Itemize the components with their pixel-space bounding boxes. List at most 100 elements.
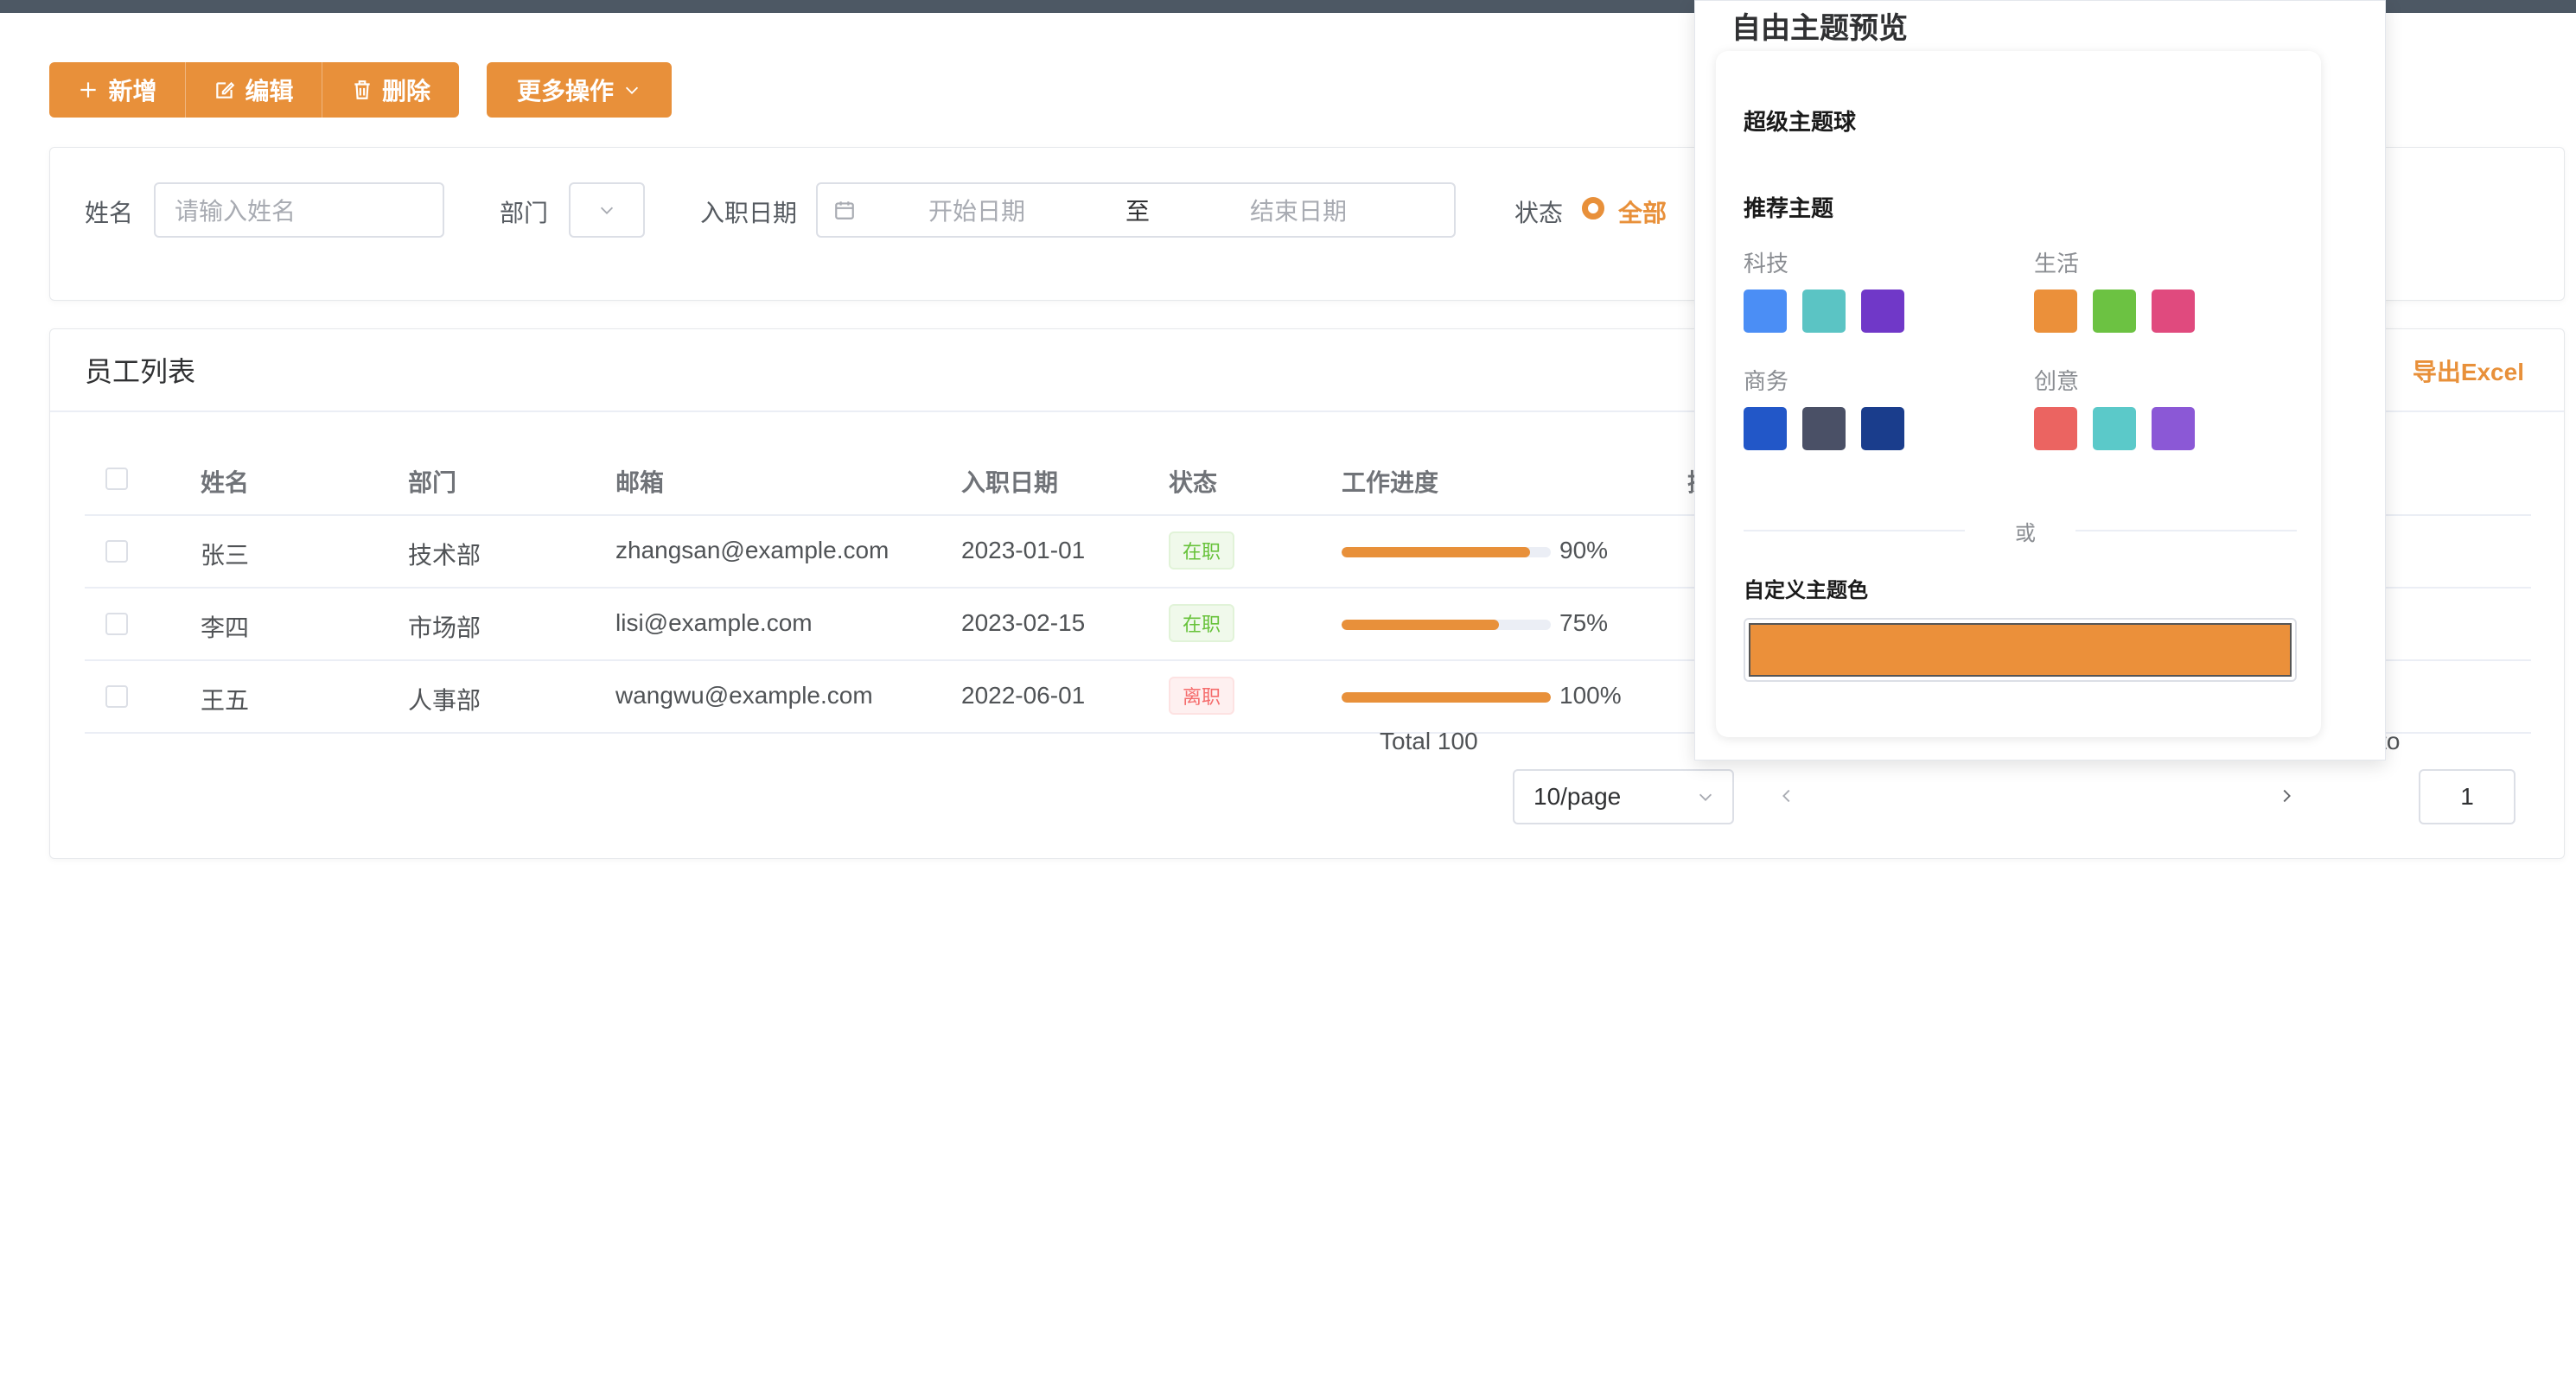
goto-page-input[interactable]: 1 [2419, 769, 2515, 824]
status-radio-all-label[interactable]: 全部 [1618, 194, 1667, 229]
more-actions-label: 更多操作 [516, 78, 614, 105]
row-checkbox[interactable] [105, 613, 128, 635]
delete-button-label: 删除 [381, 78, 430, 105]
primary-button-group: 新增 编辑 删除 [49, 62, 459, 118]
more-actions-dropdown[interactable]: 更多操作 [487, 62, 672, 118]
chevron-down-icon [1699, 793, 1712, 801]
custom-color-label: 自定义主题色 [1744, 579, 1868, 602]
dept-label: 部门 [500, 200, 549, 226]
dept-select[interactable] [569, 182, 645, 238]
column-header-date[interactable]: 入职日期 [961, 464, 1058, 499]
cell-date: 2023-02-15 [961, 609, 1086, 636]
swatch-tech-2[interactable] [1802, 290, 1846, 333]
name-input-placeholder: 请输入姓名 [175, 198, 296, 225]
cell-date: 2023-01-01 [961, 537, 1086, 563]
column-header-progress[interactable]: 工作进度 [1342, 464, 1438, 499]
start-date-placeholder: 开始日期 [928, 198, 1026, 225]
action-toolbar: 新增 编辑 删除 更多操作 [49, 62, 672, 118]
calendar-icon [835, 201, 854, 220]
chevron-left-icon[interactable] [1777, 786, 1796, 805]
theme-ball-heading: 超级主题球 [1744, 109, 1857, 135]
date-range-picker[interactable]: 开始日期 至 结束日期 [816, 182, 1456, 238]
cell-name: 张三 [201, 542, 250, 569]
select-all-checkbox[interactable] [105, 468, 128, 490]
or-divider-left [1744, 530, 1965, 531]
chevron-right-icon[interactable] [2277, 786, 2296, 805]
popover-title: 自由主题预览 [1731, 12, 1908, 45]
status-radio-all[interactable] [1582, 197, 1604, 220]
progress-bar [1342, 547, 1551, 557]
range-separator: 至 [1125, 198, 1151, 225]
cell-name: 王五 [201, 687, 250, 714]
column-header-email[interactable]: 邮箱 [615, 464, 664, 499]
custom-color-swatch [1749, 623, 2292, 677]
group-business-label: 商务 [1744, 368, 1789, 394]
group-creative-label: 创意 [2034, 368, 2080, 394]
cell-email: wangwu@example.com [615, 682, 873, 709]
theme-preview-popover: 自由主题预览 超级主题球 推荐主题 科技 生活 商务 创意 或 自定义主题色 [1694, 0, 2386, 760]
recommend-heading: 推荐主题 [1744, 195, 1834, 221]
add-button[interactable]: 新增 [49, 62, 186, 118]
swatch-creative-3[interactable] [2152, 407, 2195, 450]
swatch-life-3[interactable] [2152, 290, 2195, 333]
group-tech-label: 科技 [1744, 251, 1789, 277]
end-date-placeholder: 结束日期 [1250, 198, 1348, 225]
or-text: 或 [2015, 522, 2036, 545]
cell-dept: 技术部 [408, 542, 481, 569]
custom-color-picker[interactable] [1744, 618, 2297, 682]
swatch-life-1[interactable] [2034, 290, 2077, 333]
list-title: 员工列表 [85, 356, 196, 387]
progress-label: 75% [1559, 609, 1609, 636]
name-label: 姓名 [85, 200, 134, 226]
status-badge: 离职 [1169, 677, 1235, 715]
chevron-down-icon [625, 86, 639, 94]
swatch-life-2[interactable] [2093, 290, 2136, 333]
column-header-name[interactable]: 姓名 [201, 464, 249, 499]
progress-label: 100% [1559, 682, 1622, 709]
column-header-status[interactable]: 状态 [1169, 464, 1217, 499]
date-label: 入职日期 [700, 200, 798, 226]
cell-name: 李四 [201, 614, 250, 641]
progress-bar [1342, 692, 1551, 703]
progress-bar [1342, 620, 1551, 630]
export-excel-button[interactable]: 导出Excel [2413, 353, 2524, 388]
group-life-label: 生活 [2034, 251, 2080, 277]
row-checkbox[interactable] [105, 685, 128, 708]
column-header-dept[interactable]: 部门 [408, 464, 456, 499]
swatch-tech-1[interactable] [1744, 290, 1787, 333]
edit-button[interactable]: 编辑 [186, 62, 322, 118]
edit-icon [216, 81, 235, 99]
swatch-business-2[interactable] [1802, 407, 1846, 450]
theme-ball-panel: 超级主题球 推荐主题 科技 生活 商务 创意 或 自定义主题色 [1716, 51, 2321, 737]
progress-fill [1342, 547, 1530, 557]
progress-label: 90% [1559, 537, 1609, 563]
progress-fill [1342, 620, 1499, 630]
or-divider-right [2075, 530, 2297, 531]
goto-page-value: 1 [2460, 783, 2474, 810]
cell-email: lisi@example.com [615, 609, 813, 636]
status-badge: 在职 [1169, 604, 1235, 642]
swatch-tech-3[interactable] [1861, 290, 1904, 333]
progress-fill [1342, 692, 1551, 703]
cell-email: zhangsan@example.com [615, 537, 889, 563]
edit-button-label: 编辑 [245, 78, 294, 105]
add-button-label: 新增 [108, 78, 157, 105]
pagination-total: Total 100 [1380, 728, 1478, 754]
status-badge: 在职 [1169, 531, 1235, 570]
cell-dept: 市场部 [408, 614, 481, 641]
row-checkbox[interactable] [105, 540, 128, 563]
swatch-creative-1[interactable] [2034, 407, 2077, 450]
swatch-business-1[interactable] [1744, 407, 1787, 450]
cell-date: 2022-06-01 [961, 682, 1086, 709]
chevron-down-icon [600, 207, 614, 214]
trash-icon [354, 80, 370, 99]
cell-dept: 人事部 [408, 687, 481, 714]
page-size-select[interactable]: 10/page [1513, 769, 1734, 824]
status-label: 状态 [1514, 200, 1564, 226]
swatch-business-3[interactable] [1861, 407, 1904, 450]
name-input[interactable]: 请输入姓名 [154, 182, 444, 238]
swatch-creative-2[interactable] [2093, 407, 2136, 450]
page-size-value: 10/page [1533, 783, 1622, 810]
delete-button[interactable]: 删除 [322, 62, 459, 118]
plus-icon [80, 82, 97, 98]
